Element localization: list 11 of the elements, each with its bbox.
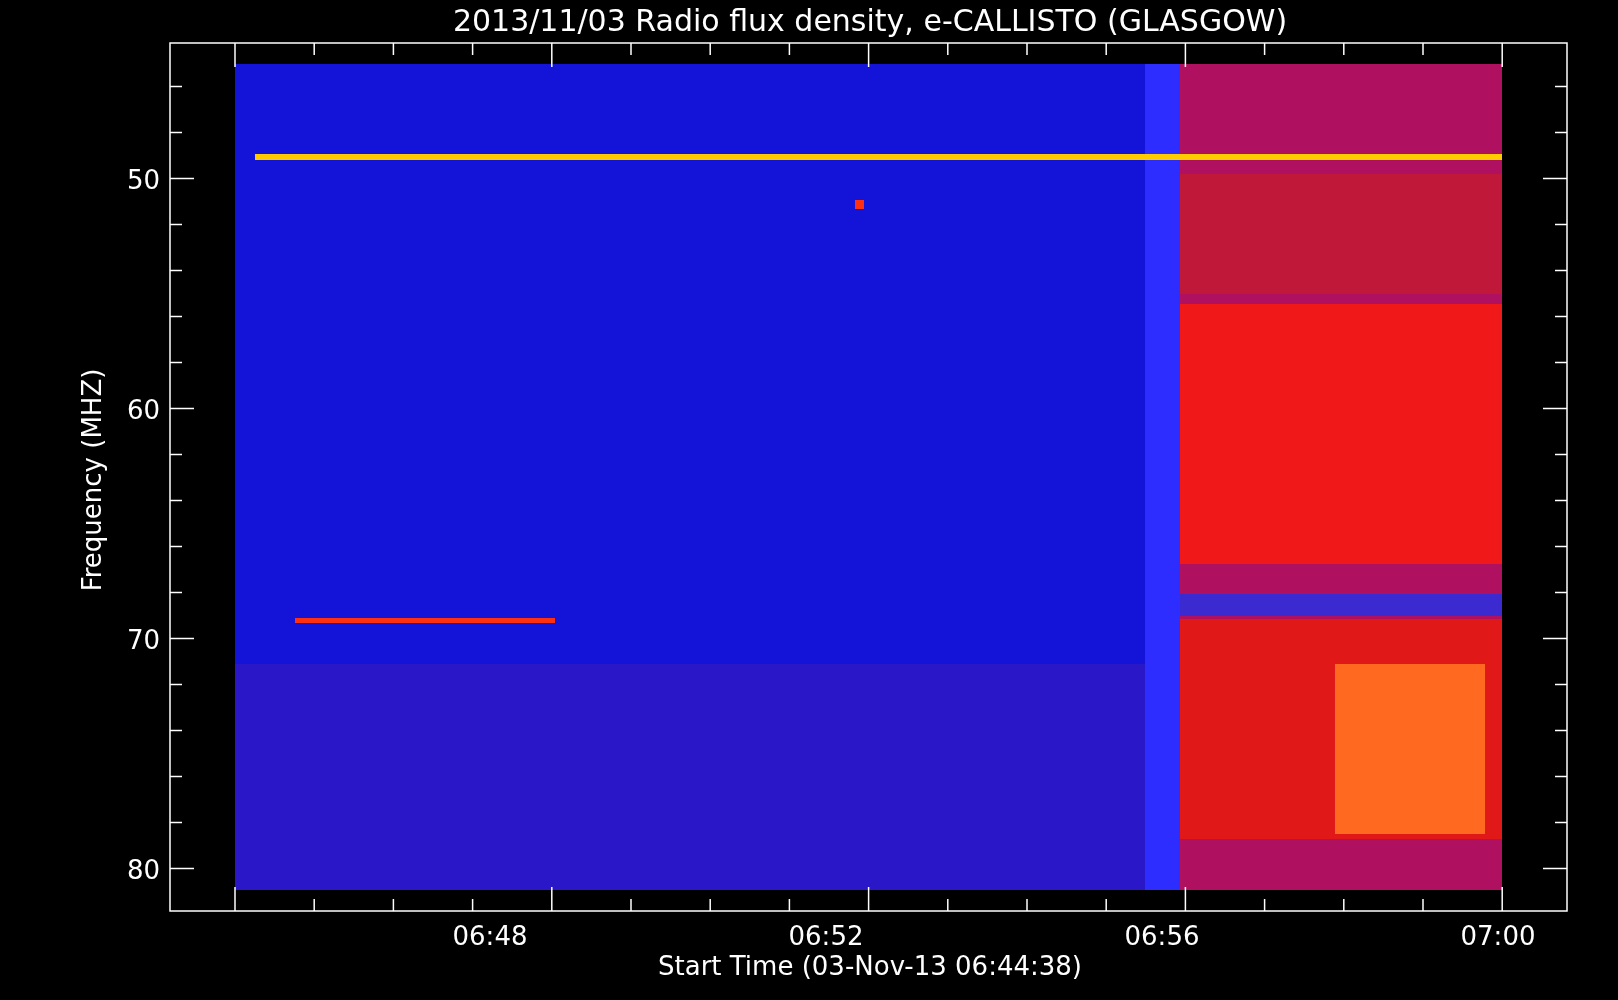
x-axis-label: Start Time (03-Nov-13 06:44:38) <box>658 951 1082 981</box>
y-tick-label: 70 <box>126 624 160 655</box>
x-tick-label: 06:56 <box>1124 921 1200 951</box>
y-tick-label: 60 <box>126 394 160 425</box>
y-tick-label: 80 <box>126 854 160 885</box>
x-tick-label: 06:52 <box>788 921 864 951</box>
x-tick-label: 06:48 <box>452 921 528 951</box>
chart-title: 2013/11/03 Radio flux density, e-CALLISTO (GLASGOW) <box>452 3 1288 38</box>
y-tick-label: 50 <box>126 164 160 195</box>
x-tick-label: 07:00 <box>1460 921 1536 951</box>
y-axis-label: Frequency (MHZ) <box>77 368 107 592</box>
